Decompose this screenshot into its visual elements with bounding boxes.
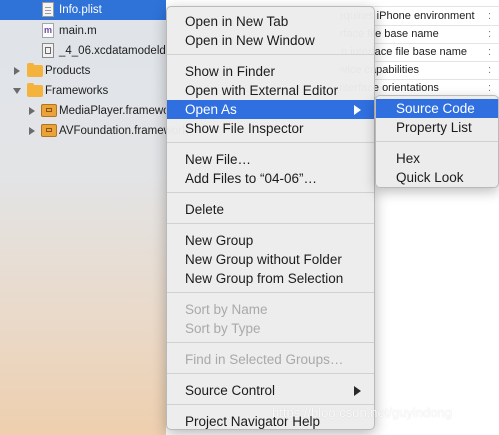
navigator-item-avfoundation-framework[interactable]: AVFoundation.framework xyxy=(0,121,188,141)
menu-item-show-in-finder[interactable]: Show in Finder xyxy=(167,62,374,81)
menu-item-sort-by-name: Sort by Name xyxy=(167,300,374,319)
menu-item-new-group[interactable]: New Group xyxy=(167,231,374,250)
menu-item-open-in-new-tab[interactable]: Open in New Tab xyxy=(167,12,374,31)
disclosure-triangle-icon[interactable] xyxy=(29,107,35,115)
menu-item-label: Source Control xyxy=(185,383,276,398)
menu-item-show-file-inspector[interactable]: Show File Inspector xyxy=(167,119,374,138)
disclosure-triangle-icon[interactable] xyxy=(13,88,21,94)
menu-item-new-group-from-selection[interactable]: New Group from Selection xyxy=(167,269,374,288)
disclosure-triangle-icon[interactable] xyxy=(29,127,35,135)
navigator-item-label: MediaPlayer.framework xyxy=(59,105,180,117)
submenu-item-hex[interactable]: Hex xyxy=(376,149,498,168)
menu-item-add-files[interactable]: Add Files to “04-06”… xyxy=(167,169,374,188)
menu-item-delete[interactable]: Delete xyxy=(167,200,374,219)
menu-item-label: Source Code xyxy=(396,101,475,116)
disclosure-icon: : xyxy=(488,10,492,22)
menu-item-label: Show in Finder xyxy=(185,64,276,79)
menu-separator xyxy=(376,141,498,142)
project-navigator: Info.plist m main.m _4_06.xcdatamodeld P… xyxy=(0,0,188,435)
disclosure-triangle-icon[interactable] xyxy=(14,67,20,75)
navigator-item-label: Products xyxy=(45,65,91,77)
menu-item-label: Hex xyxy=(396,151,421,166)
context-menu: Open in New Tab Open in New Window Show … xyxy=(166,6,375,430)
menu-item-label: Sort by Name xyxy=(185,302,268,317)
submenu-arrow-icon xyxy=(354,105,361,115)
navigator-item-main-m[interactable]: m main.m xyxy=(0,21,166,41)
menu-item-source-control[interactable]: Source Control xyxy=(167,381,374,400)
menu-item-label: Show File Inspector xyxy=(185,121,304,136)
menu-item-label: Open with External Editor xyxy=(185,83,339,98)
menu-item-open-with-external-editor[interactable]: Open with External Editor xyxy=(167,81,374,100)
menu-item-open-in-new-window[interactable]: Open in New Window xyxy=(167,31,374,50)
menu-separator xyxy=(167,342,374,343)
open-as-submenu: Source Code Property List Hex Quick Look xyxy=(375,95,499,188)
navigator-item-info-plist[interactable]: Info.plist xyxy=(0,0,166,20)
menu-separator xyxy=(167,292,374,293)
objc-source-file-icon: m xyxy=(42,23,54,38)
xcdatamodel-file-icon xyxy=(42,43,54,58)
disclosure-icon: : xyxy=(488,82,492,94)
menu-item-label: New Group without Folder xyxy=(185,252,342,267)
disclosure-icon: : xyxy=(488,28,492,40)
navigator-item-mediaplayer-framework[interactable]: MediaPlayer.framework xyxy=(0,101,179,121)
navigator-item-label: main.m xyxy=(59,25,97,37)
framework-icon xyxy=(41,104,57,117)
menu-item-label: Property List xyxy=(396,120,472,135)
submenu-arrow-icon xyxy=(354,386,361,396)
menu-item-label: Open As xyxy=(185,102,237,117)
menu-item-label: New File… xyxy=(185,152,252,167)
menu-item-label: Sort by Type xyxy=(185,321,261,336)
disclosure-icon: : xyxy=(488,64,492,76)
submenu-item-source-code[interactable]: Source Code xyxy=(376,99,498,118)
menu-item-find-in-selected-groups: Find in Selected Groups… xyxy=(167,350,374,369)
framework-icon xyxy=(41,124,57,137)
menu-item-label: Quick Look xyxy=(396,170,464,185)
menu-item-label: Open in New Tab xyxy=(185,14,289,29)
menu-item-label: Add Files to “04-06”… xyxy=(185,171,318,186)
watermark: https://blog.csdn.net/guyindong xyxy=(272,405,452,420)
navigator-item-label: Info.plist xyxy=(59,4,102,16)
plist-file-icon xyxy=(42,2,54,17)
menu-separator xyxy=(167,192,374,193)
disclosure-icon: : xyxy=(488,46,492,58)
menu-item-open-as[interactable]: Open As xyxy=(167,100,374,119)
folder-icon xyxy=(27,63,43,77)
menu-item-label: Delete xyxy=(185,202,225,217)
navigator-item-products[interactable]: Products xyxy=(0,61,166,81)
navigator-item-frameworks[interactable]: Frameworks xyxy=(0,81,166,101)
plist-key: Bundle version xyxy=(340,0,403,3)
menu-separator xyxy=(167,223,374,224)
submenu-item-quick-look[interactable]: Quick Look xyxy=(376,168,498,187)
menu-item-label: Find in Selected Groups… xyxy=(185,352,344,367)
folder-icon xyxy=(27,83,43,97)
menu-item-label: New Group xyxy=(185,233,254,248)
navigator-item-label: _4_06.xcdatamodeld xyxy=(59,45,166,57)
menu-separator xyxy=(167,142,374,143)
menu-item-sort-by-type: Sort by Type xyxy=(167,319,374,338)
navigator-item-xcdatamodeld[interactable]: _4_06.xcdatamodeld xyxy=(0,41,166,61)
menu-separator xyxy=(167,54,374,55)
menu-item-new-group-without-folder[interactable]: New Group without Folder xyxy=(167,250,374,269)
menu-item-label: Open in New Window xyxy=(185,33,315,48)
menu-item-label: New Group from Selection xyxy=(185,271,344,286)
menu-item-new-file[interactable]: New File… xyxy=(167,150,374,169)
submenu-item-property-list[interactable]: Property List xyxy=(376,118,498,137)
navigator-item-label: Frameworks xyxy=(45,85,109,97)
menu-separator xyxy=(167,373,374,374)
